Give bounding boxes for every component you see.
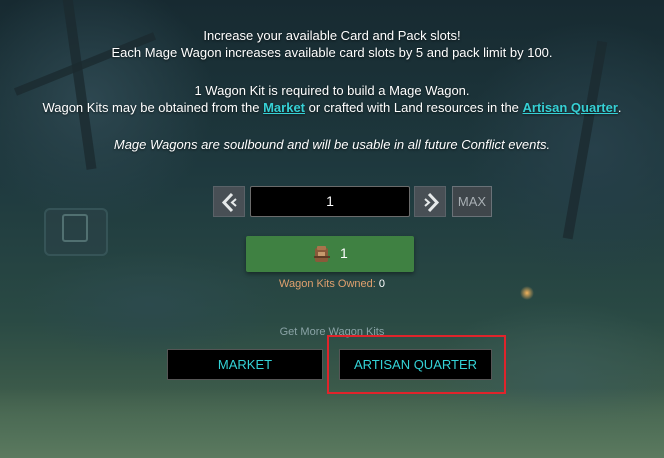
decrement-button[interactable] [213, 186, 245, 217]
mage-wagon-panel: Increase your available Card and Pack sl… [0, 0, 664, 458]
wagon-kit-icon [314, 246, 330, 262]
owned-label: Wagon Kits Owned: [279, 278, 376, 290]
chevron-right-icon [424, 192, 440, 213]
info-line-5: Mage Wagons are soulbound and will be us… [113, 137, 551, 152]
owned-value: 0 [378, 278, 385, 290]
artisan-quarter-link[interactable]: Artisan Quarter [523, 100, 618, 115]
wagon-kits-owned: Wagon Kits Owned: 0 [0, 278, 664, 290]
info-line-2: Each Mage Wagon increases available card… [111, 45, 553, 60]
highlight-box [327, 335, 506, 394]
quantity-input[interactable]: 1 [250, 186, 410, 217]
market-button[interactable]: MARKET [167, 349, 323, 380]
info-line-4-middle: or crafted with Land resources in the [305, 100, 523, 115]
market-link[interactable]: Market [263, 100, 305, 115]
buy-count: 1 [340, 245, 348, 261]
buy-wagon-kit-button[interactable]: 1 [246, 236, 414, 272]
info-line-4-prefix: Wagon Kits may be obtained from the [42, 100, 264, 115]
chevron-left-icon [221, 192, 237, 213]
info-line-4-suffix: . [617, 100, 622, 115]
info-line-3: 1 Wagon Kit is required to build a Mage … [194, 83, 470, 98]
max-button[interactable]: MAX [452, 186, 492, 217]
increment-button[interactable] [414, 186, 446, 217]
info-line-4: Wagon Kits may be obtained from the Mark… [0, 99, 664, 116]
info-line-1: Increase your available Card and Pack sl… [203, 28, 461, 43]
